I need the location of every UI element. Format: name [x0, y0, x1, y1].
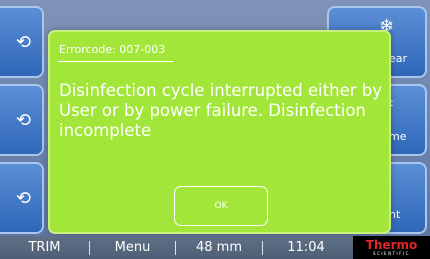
thermo-scientific-logo: Thermo SCIENTIFIC — [353, 236, 430, 259]
arrow-icon: ⟲ — [16, 110, 32, 131]
right-button-label: ear — [389, 52, 408, 65]
error-message: Disinfection cycle interrupted either by… — [59, 81, 382, 140]
thickness-value[interactable]: 48 mm — [176, 236, 262, 259]
arrow-icon: ⟲ — [16, 188, 32, 209]
left-button-3[interactable]: ⟲ — [0, 162, 44, 234]
menu-button[interactable]: Menu — [90, 236, 175, 259]
error-code-underline — [58, 61, 173, 62]
arrow-icon: ⟲ — [16, 32, 32, 53]
left-button-1[interactable]: ⟲ — [0, 6, 44, 78]
ok-button[interactable]: OK — [174, 186, 268, 226]
error-code: Errorcode: 007-003 — [59, 43, 166, 56]
clock: 11:04 — [287, 240, 325, 255]
logo-sub-text: SCIENTIFIC — [373, 250, 410, 256]
status-bar: TRIM Menu 48 mm 11:04 Thermo SCIENTIFIC — [0, 236, 430, 259]
logo-main-text: Thermo — [365, 237, 418, 252]
right-button-label: me — [389, 130, 407, 143]
left-button-2[interactable]: ⟲ — [0, 84, 44, 156]
error-dialog: Errorcode: 007-003 Disinfection cycle in… — [48, 30, 391, 234]
mode-indicator[interactable]: TRIM — [0, 236, 89, 259]
